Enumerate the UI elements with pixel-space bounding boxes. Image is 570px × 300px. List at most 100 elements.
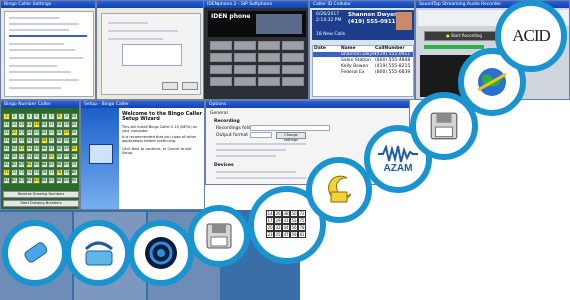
board-number-cell[interactable]: 29 [63,129,70,136]
board-number-cell[interactable]: 4 [25,113,33,120]
board-number-cell[interactable]: 7 [48,113,55,120]
board-number-cell[interactable]: 75 [33,169,40,176]
board-number-cell[interactable]: 78 [55,169,63,176]
board-number-cell[interactable]: 61 [3,161,10,168]
table-row[interactable]: Federal Ex (800) 555-6839 [313,70,413,75]
dialog-ok-button[interactable] [162,82,178,90]
board-number-cell[interactable]: 89 [63,177,70,184]
board-number-cell[interactable]: 49 [63,145,70,152]
table-row[interactable]: Salon Station (800) 555-4848 [313,58,413,63]
board-number-cell[interactable]: 65 [33,161,40,168]
floppy-disk-icon[interactable] [188,205,250,267]
board-number-cell[interactable]: 81 [3,177,10,184]
board-number-cell[interactable]: 11 [3,121,10,128]
board-number-cell[interactable]: 38 [55,137,63,144]
board-number-cell[interactable]: 50 [70,145,78,152]
board-number-cell[interactable]: 14 [25,121,33,128]
desk-phone-icon[interactable] [65,220,131,286]
board-number-cell[interactable]: 71 [3,169,10,176]
board-number-cell[interactable]: 42 [10,145,18,152]
mobile-phone-icon[interactable] [2,220,68,286]
output-format-select[interactable] [250,132,272,138]
board-number-cell[interactable]: 5 [33,113,40,120]
board-number-cell[interactable]: 20 [70,121,78,128]
board-number-cell[interactable]: 36 [40,137,48,144]
board-number-cell[interactable]: 16 [40,121,48,128]
board-number-cell[interactable]: 48 [55,145,63,152]
board-number-cell[interactable]: 28 [55,129,63,136]
board-number-cell[interactable]: 69 [63,161,70,168]
board-number-cell[interactable]: 22 [10,129,18,136]
board-number-cell[interactable]: 26 [40,129,48,136]
board-number-cell[interactable]: 55 [33,153,40,160]
board-number-cell[interactable]: 84 [25,177,33,184]
board-number-cell[interactable]: 17 [48,121,55,128]
board-number-cell[interactable]: 82 [10,177,18,184]
board-number-cell[interactable]: 74 [25,169,33,176]
board-number-cell[interactable]: 72 [10,169,18,176]
table-row[interactable]: Kelly Bowen (419) 555-8215 [313,64,413,69]
answering-machine-icon[interactable] [306,157,372,223]
start-drawing-button[interactable]: Start Drawing Numbers [3,200,79,207]
board-number-cell[interactable]: 73 [18,169,25,176]
board-number-cell[interactable]: 77 [48,169,55,176]
board-number-cell[interactable]: 53 [18,153,25,160]
board-number-cell[interactable]: 51 [3,153,10,160]
recordings-folder-input[interactable] [250,125,330,131]
board-number-cell[interactable]: 37 [48,137,55,144]
board-number-cell[interactable]: 85 [33,177,40,184]
board-number-cell[interactable]: 66 [40,161,48,168]
board-number-cell[interactable]: 27 [48,129,55,136]
board-number-cell[interactable]: 57 [48,153,55,160]
reverse-drawing-button[interactable]: Reverse Drawing Numbers [3,191,79,198]
board-number-cell[interactable]: 56 [40,153,48,160]
board-number-cell[interactable]: 59 [63,153,70,160]
board-number-cell[interactable]: 44 [25,145,33,152]
board-number-cell[interactable]: 52 [10,153,18,160]
board-number-cell[interactable]: 2 [10,113,18,120]
board-number-cell[interactable]: 63 [18,161,25,168]
board-number-cell[interactable]: 30 [70,129,78,136]
board-number-cell[interactable]: 90 [70,177,78,184]
options-tab[interactable]: General [210,111,228,116]
board-number-cell[interactable]: 80 [70,169,78,176]
board-number-cell[interactable]: 10 [70,113,78,120]
board-number-cell[interactable]: 83 [18,177,25,184]
board-number-cell[interactable]: 39 [63,137,70,144]
board-number-cell[interactable]: 3 [18,113,25,120]
board-number-cell[interactable]: 21 [3,129,10,136]
board-number-cell[interactable]: 32 [10,137,18,144]
board-number-cell[interactable]: 6 [40,113,48,120]
board-number-cell[interactable]: 67 [48,161,55,168]
board-number-cell[interactable]: 40 [70,137,78,144]
board-number-cell[interactable]: 62 [10,161,18,168]
board-number-cell[interactable]: 25 [33,129,40,136]
board-number-cell[interactable]: 79 [63,169,70,176]
board-number-cell[interactable]: 23 [18,129,25,136]
board-number-cell[interactable]: 46 [40,145,48,152]
change-settings-button[interactable]: Change settings [276,132,306,142]
board-number-cell[interactable]: 70 [70,161,78,168]
start-recording-button[interactable]: ● Start Recording [424,31,504,41]
board-number-cell[interactable]: 18 [55,121,63,128]
board-number-cell[interactable]: 64 [25,161,33,168]
board-number-cell[interactable]: 8 [55,113,63,120]
board-number-cell[interactable]: 86 [40,177,48,184]
board-number-cell[interactable]: 31 [3,137,10,144]
board-number-cell[interactable]: 47 [48,145,55,152]
board-number-cell[interactable]: 24 [25,129,33,136]
board-number-cell[interactable]: 19 [63,121,70,128]
board-number-cell[interactable]: 87 [48,177,55,184]
board-number-cell[interactable]: 88 [55,177,63,184]
board-number-cell[interactable]: 35 [33,137,40,144]
board-number-cell[interactable]: 54 [25,153,33,160]
board-number-cell[interactable]: 76 [40,169,48,176]
board-number-cell[interactable]: 9 [63,113,70,120]
dialog-cancel-button[interactable] [182,82,198,90]
board-number-cell[interactable]: 12 [10,121,18,128]
board-number-cell[interactable]: 60 [70,153,78,160]
board-number-cell[interactable]: 43 [18,145,25,152]
board-number-cell[interactable]: 41 [3,145,10,152]
speaker-icon[interactable] [128,220,194,286]
table-row[interactable]: Shannon Dwyer (419) 555-0911 [313,52,413,57]
